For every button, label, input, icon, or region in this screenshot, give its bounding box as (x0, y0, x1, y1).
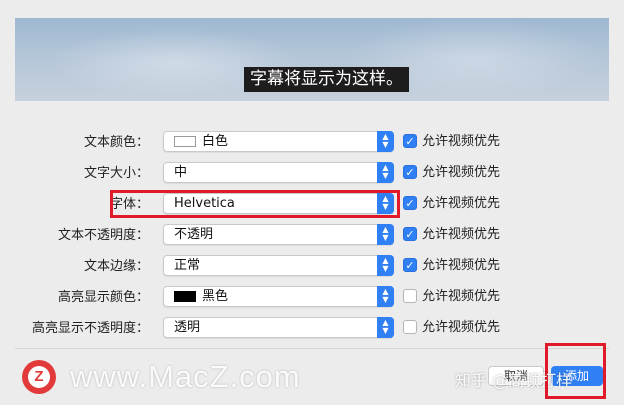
logo-letter: Z (28, 366, 50, 388)
chevron-updown-icon: ▲ ▼ (377, 224, 394, 245)
subtitle-style-dialog: 字幕将显示为这样。 文本颜色： 白色 ▲ ▼ ✓ 允许视频优先 文字大小： 中 ▲… (0, 0, 624, 405)
row-text-edge: 文本边缘： 正常 ▲ ▼ ✓ 允许视频优先 (0, 255, 624, 279)
chevron-updown-icon: ▲ ▼ (377, 131, 394, 152)
chevron-updown-icon: ▲ ▼ (377, 162, 394, 183)
allow-video-override-label: 允许视频优先 (422, 196, 501, 211)
divider (15, 348, 609, 349)
text-size-label: 文字大小： (83, 166, 149, 181)
allow-video-override-label: 允许视频优先 (422, 289, 501, 304)
highlight-color-select[interactable]: 黑色 ▲ ▼ (163, 286, 394, 307)
allow-video-override-checkbox[interactable] (403, 320, 417, 334)
allow-video-override-label: 允许视频优先 (422, 320, 501, 335)
text-edge-select[interactable]: 正常 ▲ ▼ (163, 255, 394, 276)
chevron-updown-icon: ▲ ▼ (377, 317, 394, 338)
allow-video-override-label: 允许视频优先 (422, 227, 501, 242)
select-value: 黑色 (202, 289, 229, 304)
text-color-select[interactable]: 白色 ▲ ▼ (163, 131, 394, 152)
highlight-color-label: 高亮显示颜色： (57, 290, 149, 305)
preview-caption: 字幕将显示为这样。 (244, 67, 409, 92)
color-swatch (174, 136, 196, 147)
subtitle-preview: 字幕将显示为这样。 (15, 18, 609, 101)
row-text-color: 文本颜色： 白色 ▲ ▼ ✓ 允许视频优先 (0, 131, 624, 155)
allow-video-override-checkbox[interactable]: ✓ (403, 165, 417, 179)
highlight-opacity-select[interactable]: 透明 ▲ ▼ (163, 317, 394, 338)
row-highlight-opacity: 高亮显示不透明度： 透明 ▲ ▼ 允许视频优先 (0, 317, 624, 341)
allow-video-override-checkbox[interactable]: ✓ (403, 134, 417, 148)
allow-video-override-label: 允许视频优先 (422, 134, 501, 149)
text-edge-label: 文本边缘： (83, 259, 149, 274)
chevron-updown-icon: ▲ ▼ (377, 255, 394, 276)
allow-video-override-label: 允许视频优先 (422, 165, 501, 180)
row-text-size: 文字大小： 中 ▲ ▼ ✓ 允许视频优先 (0, 162, 624, 186)
font-row-highlight-box (110, 190, 400, 218)
allow-video-override-checkbox[interactable]: ✓ (403, 227, 417, 241)
site-watermark-text: www.MacZ.com (70, 359, 301, 394)
color-swatch (174, 291, 196, 302)
zhihu-watermark: 知乎 @高顿打样 (455, 371, 573, 390)
text-size-select[interactable]: 中 ▲ ▼ (163, 162, 394, 183)
row-text-opacity: 文本不透明度： 不透明 ▲ ▼ ✓ 允许视频优先 (0, 224, 624, 248)
select-value: 中 (174, 165, 188, 180)
macz-logo-icon: Z (22, 360, 56, 394)
allow-video-override-checkbox[interactable] (403, 289, 417, 303)
select-value: 白色 (202, 134, 229, 149)
allow-video-override-checkbox[interactable]: ✓ (403, 196, 417, 210)
highlight-opacity-label: 高亮显示不透明度： (31, 321, 149, 336)
row-highlight-color: 高亮显示颜色： 黑色 ▲ ▼ 允许视频优先 (0, 286, 624, 310)
select-value: 不透明 (174, 227, 214, 242)
allow-video-override-label: 允许视频优先 (422, 258, 501, 273)
select-value: 透明 (174, 320, 201, 335)
text-opacity-label: 文本不透明度： (57, 228, 149, 243)
text-opacity-select[interactable]: 不透明 ▲ ▼ (163, 224, 394, 245)
site-watermark: Z www.MacZ.com (22, 357, 301, 397)
allow-video-override-checkbox[interactable]: ✓ (403, 258, 417, 272)
chevron-updown-icon: ▲ ▼ (377, 286, 394, 307)
text-color-label: 文本颜色： (83, 135, 149, 150)
select-value: 正常 (174, 258, 201, 273)
